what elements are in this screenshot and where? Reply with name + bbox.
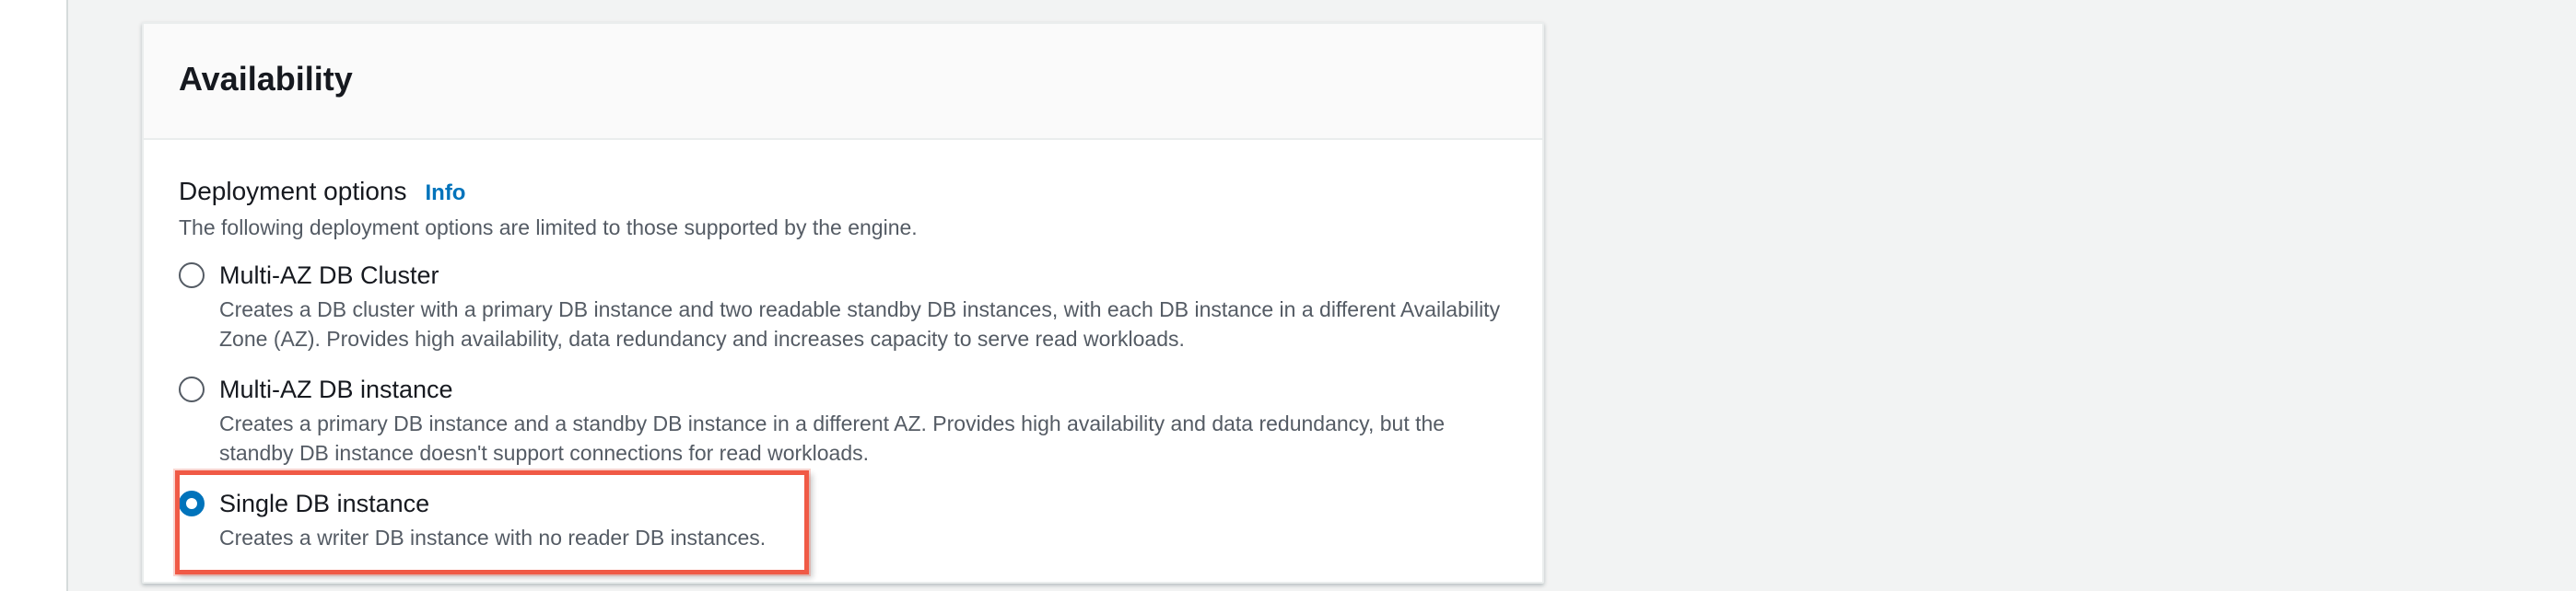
deployment-options-label: Deployment options — [179, 177, 407, 205]
radio-single-db-instance[interactable] — [179, 491, 205, 516]
panel-title: Availability — [179, 60, 353, 98]
option-description: Creates a DB cluster with a primary DB i… — [219, 297, 1501, 351]
panel-body: Deployment options Info The following de… — [144, 140, 1542, 552]
option-label[interactable]: Multi-AZ DB Cluster — [219, 260, 1507, 291]
radio-multi-az-db-instance[interactable] — [179, 377, 205, 402]
option-label[interactable]: Single DB instance — [219, 488, 1507, 519]
availability-panel: Availability Deployment options Info The… — [142, 22, 1544, 584]
deployment-options-label-row: Deployment options Info — [179, 175, 1507, 208]
content-area: Availability Deployment options Info The… — [66, 0, 2576, 591]
option-description: Creates a primary DB instance and a stan… — [219, 411, 1446, 465]
page: Availability Deployment options Info The… — [0, 0, 2576, 591]
deployment-options-description: The following deployment options are lim… — [179, 215, 918, 239]
info-link[interactable]: Info — [425, 180, 465, 206]
option-label[interactable]: Multi-AZ DB instance — [219, 374, 1507, 405]
panel-header: Availability — [144, 24, 1542, 140]
option-multi-az-db-instance[interactable]: Multi-AZ DB instance Creates a primary D… — [179, 374, 1507, 468]
option-multi-az-db-cluster[interactable]: Multi-AZ DB Cluster Creates a DB cluster… — [179, 260, 1507, 353]
option-description: Creates a writer DB instance with no rea… — [219, 526, 767, 550]
radio-multi-az-db-cluster[interactable] — [179, 262, 205, 288]
option-single-db-instance[interactable]: Single DB instance Creates a writer DB i… — [179, 488, 1507, 552]
